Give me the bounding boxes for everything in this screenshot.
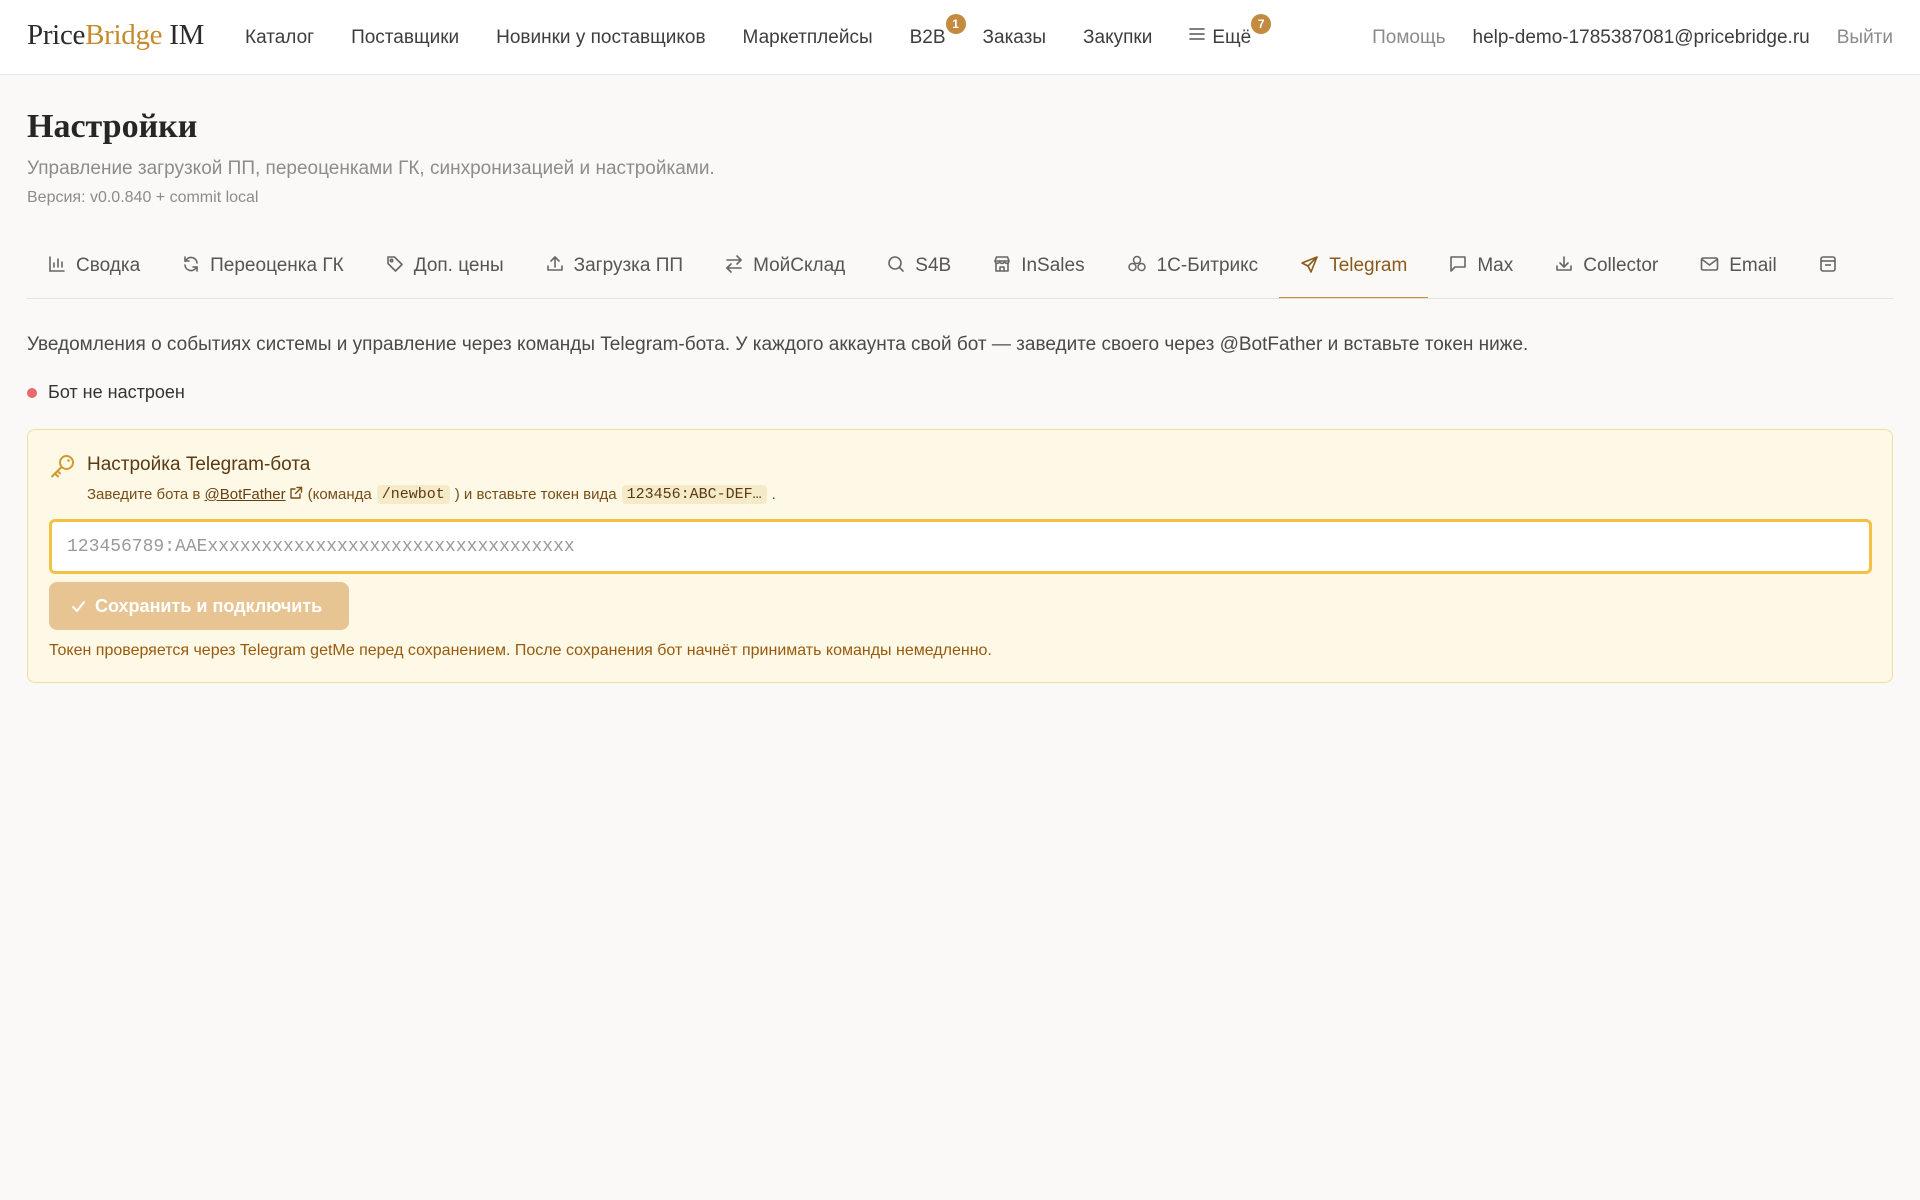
settings-tabs: Сводка Переоценка ГК Доп. цены Загрузка … [27,242,1893,299]
save-button-label: Сохранить и подключить [95,595,323,616]
main-nav: Каталог Поставщики Новинки у поставщиков… [245,0,1288,75]
upload-icon [546,256,563,271]
tab-label: Доп. цены [413,255,504,276]
bot-token-input[interactable] [49,519,1872,574]
tag-icon [386,256,403,272]
nav-item-label: Маркетплейсы [742,26,873,48]
mail-icon [1700,257,1719,271]
page-title: Настройки [27,108,198,145]
nav-item-catalog[interactable]: Каталог [245,27,314,49]
message-icon [1450,256,1467,272]
tab-telegram[interactable]: Telegram [1279,242,1429,298]
nav-item-b2b[interactable]: B2B 1 [909,13,966,49]
tab-repricing[interactable]: Переоценка ГК [161,242,365,298]
brand-logo-part3: IM [169,19,205,51]
brand-logo-part2: Bridge [85,19,163,51]
nav-item-more[interactable]: Ещё 7 [1189,13,1272,49]
status-dot [27,387,37,398]
external-link-icon [289,486,303,504]
logout-link[interactable]: Выйти [1837,27,1893,49]
brand-logo-part1: Price [27,19,86,51]
status-text: Бот не настроен [48,382,185,402]
nav-item-label: B2B [909,26,946,48]
token-note: Токен проверяется через Telegram getMe п… [49,642,992,659]
tab-label: Telegram [1329,255,1408,276]
tab-upload-pp[interactable]: Загрузка ПП [525,242,704,298]
tab-insales[interactable]: InSales [972,242,1105,298]
tab-max[interactable]: Max [1428,242,1534,298]
notification-badge: 7 [1251,13,1272,34]
token-example-code: 123456:ABC-DEF… [621,485,767,504]
desc-prefix: Заведите бота в [87,486,201,503]
page-subtitle: Управление загрузкой ПП, переоценками ГК… [27,158,715,179]
tab-label: Переоценка ГК [210,255,344,276]
tab-bitrix[interactable]: 1С-Битрикс [1106,242,1280,298]
nav-item-label: Каталог [245,26,315,48]
nav-item-supplier-news[interactable]: Новинки у поставщиков [496,27,705,49]
refresh-icon [184,256,198,272]
tab-collector[interactable]: Collector [1534,242,1679,298]
nav-item-label: Заказы [982,26,1047,48]
nav-item-label: Ещё [1212,26,1252,48]
brand-logo[interactable]: PriceBridge IM [27,19,204,52]
top-navbar: PriceBridge IM Каталог Поставщики Новинки… [0,0,1920,75]
notification-badge: 1 [945,13,966,34]
nav-item-marketplaces[interactable]: Маркетплейсы [743,27,873,49]
check-icon [72,600,85,612]
card-description: Заведите бота в @BotFather (команда/newbo… [87,485,776,504]
tab-more-cut[interactable] [1798,242,1868,298]
key-icon [49,452,77,485]
download-icon [1556,256,1573,271]
nav-item-label: Новинки у поставщиков [496,26,706,48]
menu-icon [1189,25,1206,47]
send-icon [1301,256,1318,273]
bot-status: Бот не настроен [27,382,185,403]
tab-label: Max [1477,255,1514,276]
bot-setup-card: Настройка Telegram-бота Заведите бота в … [27,429,1893,683]
search-icon [888,256,905,272]
tab-moysklad[interactable]: МойСклад [704,242,866,298]
tab-label: МойСклад [753,255,846,276]
tab-label: Collector [1583,255,1659,276]
tab-label: Загрузка ПП [573,255,684,276]
nav-item-label: Закупки [1083,26,1153,48]
tab-extra-prices[interactable]: Доп. цены [365,242,525,298]
nav-item-purchases[interactable]: Закупки [1083,27,1152,49]
telegram-intro: Уведомления о событиях системы и управле… [27,334,1529,355]
desc-mid: (команда [307,486,372,503]
botfather-link[interactable]: @BotFather [205,486,286,503]
bar-chart-icon [49,256,65,272]
store-icon [994,256,1011,272]
command-code: /newbot [376,485,450,504]
tab-email[interactable]: Email [1679,242,1798,298]
tab-label: 1С-Битрикс [1156,255,1259,276]
version-label: Версия: v0.0.840 + commit local [27,189,259,206]
nav-item-suppliers[interactable]: Поставщики [351,27,459,49]
tab-label: Сводка [76,255,141,276]
swap-icon [726,255,742,273]
box-icon [1819,256,1836,272]
tab-label: InSales [1021,255,1085,276]
cluster-icon [1127,255,1146,272]
help-link[interactable]: Помощь [1372,27,1445,49]
desc-end: . [771,486,776,503]
user-email: help-demo-1785387081@pricebridge.ru [1472,26,1810,48]
tab-s4b[interactable]: S4B [866,242,972,298]
nav-item-label: Поставщики [351,26,460,48]
save-connect-button[interactable]: Сохранить и подключить [49,582,349,630]
nav-item-orders[interactable]: Заказы [983,27,1047,49]
desc-mid2: ) и вставьте токен вида [454,486,617,503]
tab-label: S4B [915,255,952,276]
user-nav: Помощь help-demo-1785387081@pricebridge.… [1372,0,1893,75]
card-title: Настройка Telegram-бота [87,454,311,475]
tab-summary[interactable]: Сводка [27,242,161,298]
tab-label: Email [1729,255,1777,276]
